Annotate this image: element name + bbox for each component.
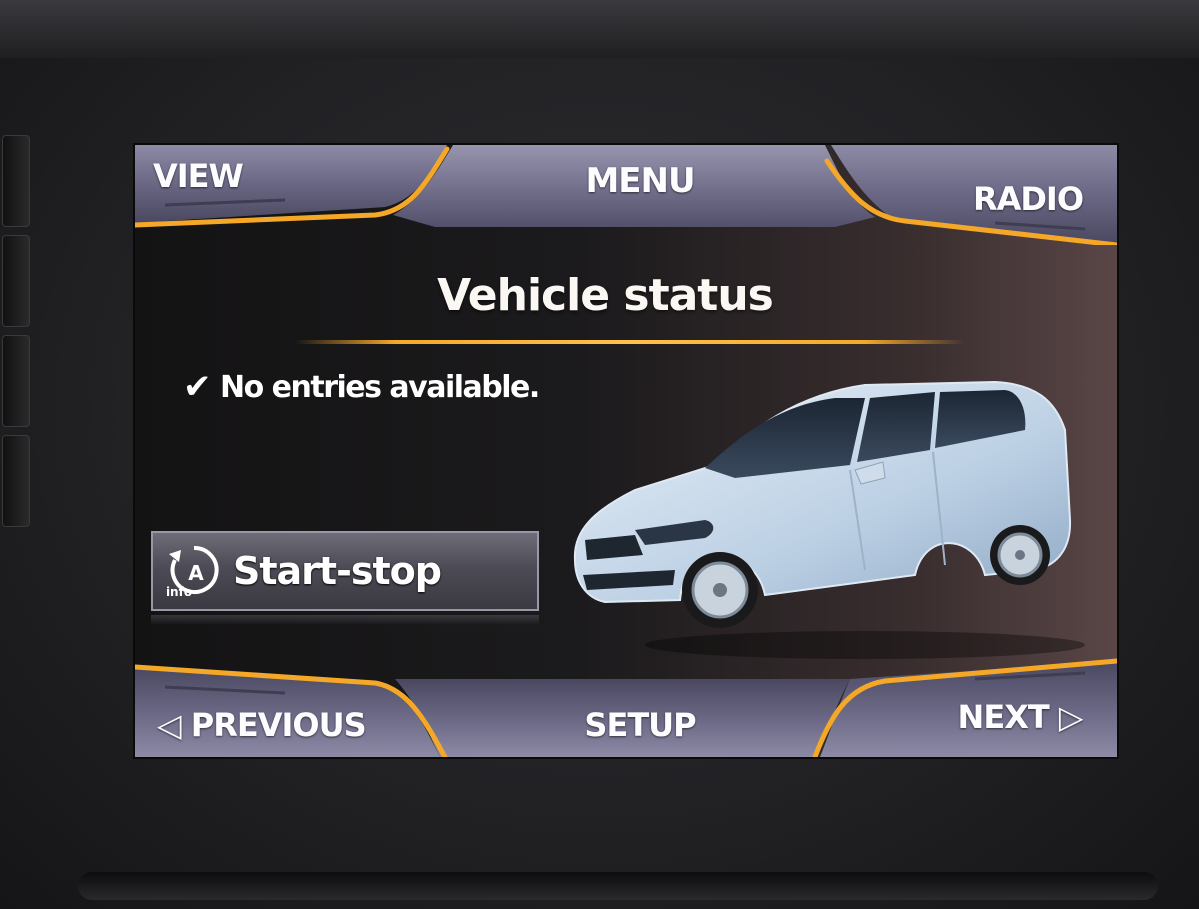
status-message: ✔ No entries available. <box>183 367 540 407</box>
checkmark-icon: ✔ <box>183 367 212 407</box>
hardware-button[interactable] <box>2 335 30 427</box>
radio-tab-label[interactable]: RADIO <box>963 175 1093 223</box>
infotainment-screen: VIEW MENU RADIO Vehicle status ✔ No entr… <box>133 143 1119 759</box>
hardware-button[interactable] <box>2 235 30 327</box>
status-text: No entries available. <box>220 369 540 405</box>
car-image <box>573 380 1085 659</box>
view-tab-label[interactable]: VIEW <box>153 151 244 201</box>
start-stop-icon-text: info <box>166 585 192 599</box>
start-stop-icon-letter: A <box>188 561 204 585</box>
menu-tab-label[interactable]: MENU <box>545 157 735 205</box>
bezel-bottom-slot <box>78 872 1158 900</box>
setup-tab-label[interactable]: SETUP <box>545 701 735 749</box>
previous-tab-label[interactable]: ◁ PREVIOUS <box>157 701 367 749</box>
button-reflection <box>151 615 539 625</box>
hardware-button[interactable] <box>2 435 30 527</box>
next-tab-label[interactable]: NEXT ▷ <box>945 693 1095 741</box>
start-stop-info-icon: A info <box>163 540 225 602</box>
hardware-button[interactable] <box>2 135 30 227</box>
side-hardware-buttons <box>0 135 32 535</box>
start-stop-button[interactable]: A info Start-stop <box>151 531 539 611</box>
bezel-top-trim <box>0 0 1199 58</box>
start-stop-label: Start-stop <box>233 549 442 593</box>
title-underline <box>295 340 965 344</box>
page-title: Vehicle status <box>437 270 774 321</box>
